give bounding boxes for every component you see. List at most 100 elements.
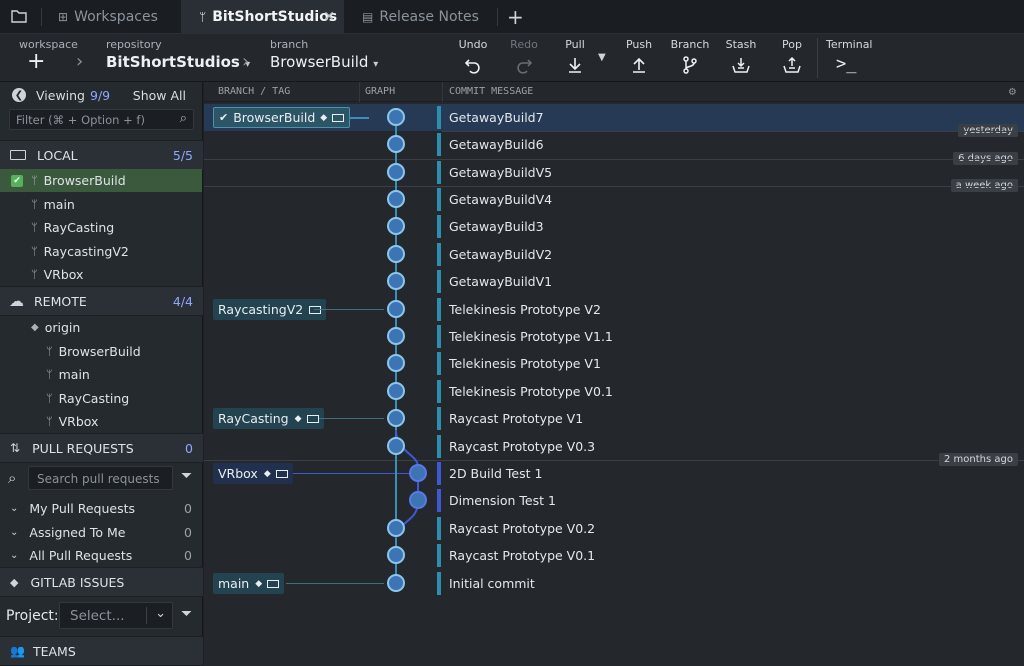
remote-branch-item[interactable]: ᛘ VRbox (0, 410, 202, 433)
local-branch-item[interactable]: ᛘ RayCasting (0, 216, 202, 239)
branch-icon: ᛘ (31, 221, 38, 234)
commit-row[interactable]: Telekinesis Prototype V0.1 (204, 378, 1024, 405)
pull-request-group[interactable]: ⌄ Assigned To Me 0 (0, 521, 202, 544)
chevron-down-icon: ⌄ (10, 527, 19, 538)
commit-row[interactable]: GetawayBuild7 ✔ BrowserBuild ◆ (204, 104, 1024, 131)
pull-request-group[interactable]: ⌄ My Pull Requests 0 (0, 497, 202, 520)
commit-row[interactable]: GetawayBuildV1 (204, 268, 1024, 295)
local-branch-item[interactable]: ᛘ VRbox (0, 263, 202, 286)
commit-avatar[interactable] (387, 108, 405, 126)
filter-icon[interactable]: ⏷ (181, 468, 192, 484)
commit-avatar[interactable] (387, 354, 405, 372)
undo-button[interactable]: Undo (448, 38, 498, 75)
stash-button[interactable]: Stash (716, 38, 766, 75)
remote-origin-item[interactable]: ◆ origin (0, 316, 202, 339)
commit-message: Raycast Prototype V1 (449, 411, 584, 426)
filter-input[interactable]: Filter (⌘ + Option + f) (16, 113, 145, 127)
local-count: 5/5 (172, 147, 193, 163)
commit-avatar[interactable] (387, 245, 405, 263)
show-all-button[interactable]: Show All (133, 88, 186, 103)
commit-avatar[interactable] (387, 437, 405, 455)
commit-row[interactable]: Raycast Prototype V0.3 (204, 433, 1024, 460)
branch-label-vrbox[interactable]: VRbox ◆ (213, 463, 293, 484)
tab-workspaces[interactable]: ⊞ Workspaces (48, 0, 178, 34)
project-label: Project: (6, 608, 59, 624)
commit-row[interactable]: Dimension Test 1 (204, 487, 1024, 514)
commit-avatar[interactable] (387, 546, 405, 564)
local-section-header[interactable]: LOCAL 5/5 (0, 140, 203, 170)
commit-avatar[interactable] (387, 135, 405, 153)
viewing-label: Viewing (36, 87, 85, 103)
tab-release-notes[interactable]: ▤ Release Notes (352, 0, 492, 34)
teams-section-header[interactable]: 👥 TEAMS (0, 636, 203, 666)
local-branch-item[interactable]: ᛘ RaycastingV2 (0, 240, 202, 263)
pull-options-icon[interactable]: ▼ (598, 52, 606, 63)
branch-label: branch (270, 38, 309, 51)
commit-row[interactable]: GetawayBuildV5 (204, 159, 1024, 186)
commit-row[interactable]: Telekinesis Prototype V1.1 (204, 323, 1024, 350)
cloud-icon: ☁ (9, 292, 24, 310)
commit-row[interactable]: GetawayBuildV4 (204, 186, 1024, 213)
repository-selector[interactable]: BitShortStudios ▾ (106, 53, 250, 71)
remote-section-header[interactable]: ☁ REMOTE 4/4 (0, 286, 203, 316)
commit-row[interactable]: GetawayBuild6 (204, 131, 1024, 158)
local-branch-item[interactable]: ᛘ main (0, 193, 202, 216)
commit-avatar[interactable] (409, 491, 427, 509)
local-title: LOCAL (37, 147, 78, 163)
commit-row[interactable]: Raycast Prototype V0.1 (204, 542, 1024, 569)
redo-button[interactable]: Redo (499, 38, 549, 75)
pull-requests-section-header[interactable]: ⇅ PULL REQUESTS 0 (0, 433, 203, 463)
filter-icon[interactable]: ⏷ (181, 606, 192, 622)
tab-repo[interactable]: ᛘ BitShortStudios ✕ (181, 0, 344, 34)
terminal-button[interactable]: Terminal >_ (826, 38, 876, 74)
remote-branch-item[interactable]: ᛘ RayCasting (0, 387, 202, 410)
remote-branch-item[interactable]: ᛘ main (0, 363, 202, 386)
commit-avatar[interactable] (387, 327, 405, 345)
redo-icon (514, 55, 534, 75)
project-select[interactable]: Select... ⌄ (59, 602, 173, 629)
branch-label-raycastingv2[interactable]: RaycastingV2 (213, 299, 327, 320)
remote-branch-item[interactable]: ᛘ BrowserBuild (0, 340, 202, 363)
commit-row[interactable]: GetawayBuildV2 (204, 241, 1024, 268)
settings-icon[interactable]: ⚙ (1009, 84, 1016, 98)
commit-avatar[interactable] (387, 574, 405, 592)
pull-request-search-box[interactable]: Search pull requests (28, 466, 173, 490)
branch-label-raycasting[interactable]: RayCasting ◆ (213, 408, 324, 429)
local-branch-item[interactable]: ✔ ᛘ BrowserBuild (0, 169, 202, 192)
gitlab-issues-section-header[interactable]: ◆ GITLAB ISSUES (0, 567, 203, 597)
viewing-count: 9/9 (90, 87, 111, 103)
commit-avatar[interactable] (387, 272, 405, 290)
commit-avatar[interactable] (387, 190, 405, 208)
commit-avatar[interactable] (387, 163, 405, 181)
pull-request-search-input[interactable]: Search pull requests (37, 472, 160, 486)
commit-avatar[interactable] (409, 464, 427, 482)
new-tab-icon[interactable]: + (507, 5, 524, 29)
branch-selector[interactable]: BrowserBuild ▾ (270, 53, 378, 71)
pull-label: Pull (565, 38, 585, 51)
back-icon[interactable]: ❮ (12, 88, 26, 102)
commit-row[interactable]: Raycast Prototype V0.2 (204, 515, 1024, 542)
filter-input-box[interactable]: Filter (⌘ + Option + f) ⌕ (9, 109, 194, 130)
commit-avatar[interactable] (387, 382, 405, 400)
commit-message: GetawayBuildV4 (449, 192, 553, 207)
folder-icon[interactable] (11, 9, 27, 23)
commit-row[interactable]: Telekinesis Prototype V1 (204, 350, 1024, 377)
add-workspace-icon[interactable]: + (27, 51, 45, 73)
gitlab-icon: ◆ (320, 112, 328, 123)
pop-button[interactable]: Pop (767, 38, 817, 75)
commit-avatar[interactable] (387, 217, 405, 235)
push-button[interactable]: Push (614, 38, 664, 75)
pull-button[interactable]: Pull (550, 38, 600, 75)
branch-label-main[interactable]: main ◆ (213, 573, 285, 594)
gitlab-issues-title: GITLAB ISSUES (30, 574, 125, 590)
branch-button[interactable]: Branch (665, 38, 715, 75)
commit-message: Telekinesis Prototype V0.1 (449, 384, 613, 399)
branch-label-browserbuild[interactable]: ✔ BrowserBuild ◆ (213, 107, 351, 128)
close-icon[interactable]: ✕ (323, 9, 335, 25)
commit-avatar[interactable] (387, 519, 405, 537)
pull-request-group[interactable]: ⌄ All Pull Requests 0 (0, 544, 202, 567)
commit-row[interactable]: GetawayBuild3 (204, 213, 1024, 240)
commit-message: GetawayBuild7 (449, 110, 544, 125)
commit-avatar[interactable] (387, 409, 405, 427)
commit-avatar[interactable] (387, 300, 405, 318)
